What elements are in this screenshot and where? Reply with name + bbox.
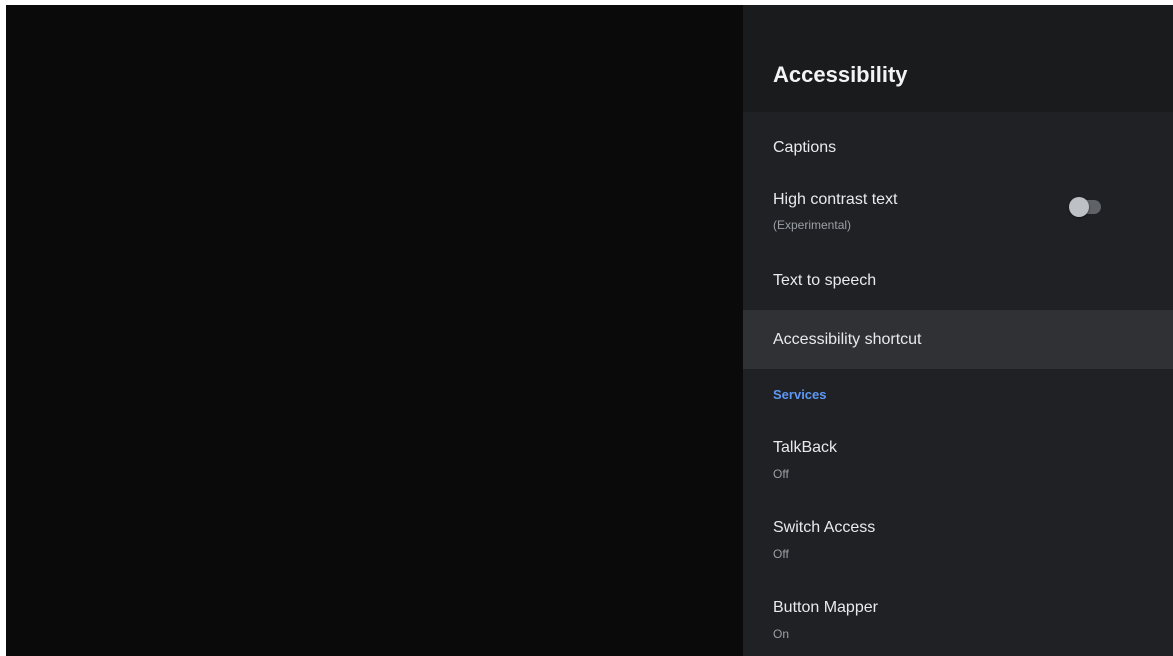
menu-item-label: Text to speech (773, 272, 877, 289)
settings-panel: Accessibility Captions High contrast tex… (743, 5, 1173, 656)
menu-item-label: TalkBack (773, 439, 838, 456)
menu-item-accessibility-shortcut[interactable]: Accessibility shortcut (743, 310, 1173, 369)
page-title: Accessibility (773, 62, 908, 87)
menu-item-talkback[interactable]: TalkBack Off (743, 425, 1173, 495)
menu-item-label: Captions (773, 139, 837, 156)
menu-item-captions[interactable]: Captions (743, 112, 1173, 170)
menu-item-text-to-speech[interactable]: Text to speech (743, 255, 1173, 307)
menu-item-switch-access[interactable]: Switch Access Off (743, 505, 1173, 575)
menu-item-label: Button Mapper (773, 599, 878, 616)
high-contrast-toggle[interactable] (1063, 195, 1107, 219)
toggle-thumb (1069, 197, 1089, 217)
menu-item-label: Switch Access (773, 519, 876, 536)
backdrop-area (6, 5, 743, 656)
tv-screen: Accessibility Captions High contrast tex… (6, 5, 1173, 656)
menu-item-status: On (773, 627, 790, 641)
menu-item-status: Off (773, 547, 789, 561)
menu-item-subtitle: (Experimental) (773, 218, 852, 232)
menu-item-label: Accessibility shortcut (773, 331, 922, 348)
menu-item-high-contrast-text[interactable]: High contrast text (Experimental) (743, 180, 1173, 242)
menu-item-label: High contrast text (773, 191, 898, 208)
section-header-services: Services (773, 387, 827, 402)
panel-header: Accessibility (743, 5, 1173, 112)
menu-item-button-mapper[interactable]: Button Mapper On (743, 585, 1173, 656)
menu-item-status: Off (773, 467, 789, 481)
